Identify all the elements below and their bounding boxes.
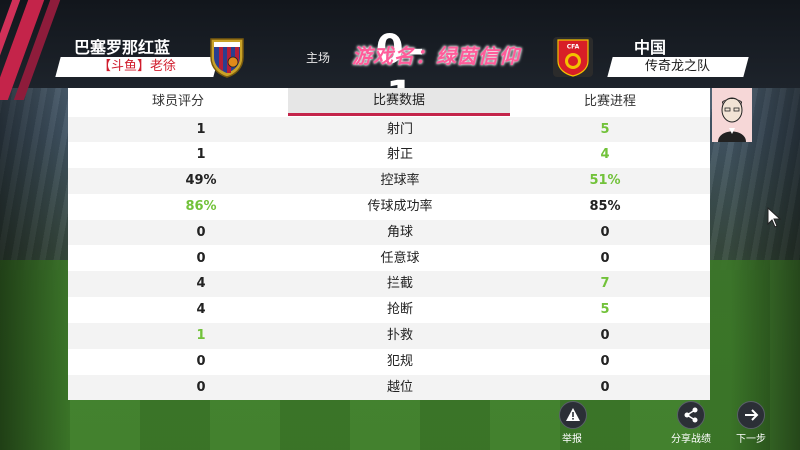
stats-panel: 球员评分 比赛数据 比赛进程 1 射门 5 1 射正 4 49% 控球率 51% 86% 传球成功率… bbox=[68, 88, 710, 401]
stat-row: 0 犯规 0 bbox=[68, 348, 710, 375]
svg-text:CFA: CFA bbox=[567, 44, 580, 51]
share-icon bbox=[684, 407, 698, 423]
away-stat-value: 0 bbox=[600, 379, 610, 395]
away-stat-value: 0 bbox=[600, 224, 610, 240]
mouse-cursor-icon bbox=[767, 206, 782, 228]
stat-label: 任意球 bbox=[380, 250, 420, 266]
report-label[interactable]: 举报 bbox=[552, 430, 592, 445]
home-stat-value: 0 bbox=[196, 250, 206, 266]
away-team-name: 中国 bbox=[634, 38, 667, 57]
away-stat-value: 4 bbox=[600, 147, 610, 163]
stat-row: 4 抢断 5 bbox=[68, 297, 710, 323]
stat-label: 抢断 bbox=[386, 302, 413, 318]
stat-row: 1 射门 5 bbox=[68, 116, 710, 143]
stat-row: 86% 传球成功率 85% bbox=[68, 193, 710, 220]
stat-label: 扑救 bbox=[386, 327, 413, 343]
home-label: 主场 bbox=[306, 51, 331, 65]
home-stat-value: 1 bbox=[196, 327, 206, 343]
tab-player-ratings[interactable]: 球员评分 bbox=[68, 88, 288, 116]
home-stat-value: 4 bbox=[196, 276, 206, 292]
stat-label: 越位 bbox=[386, 379, 413, 395]
stat-row: 4 拦截 7 bbox=[68, 271, 710, 298]
china-cfa-badge-icon: CFA bbox=[553, 37, 593, 77]
stats-tabs: 球员评分 比赛数据 比赛进程 bbox=[68, 88, 710, 116]
share-button[interactable] bbox=[677, 401, 705, 429]
tab-match-progress[interactable]: 比赛进程 bbox=[510, 88, 710, 116]
barcelona-badge-icon bbox=[210, 38, 244, 78]
stream-watermark: 游戏名：绿茵信仰 bbox=[352, 44, 520, 68]
report-button[interactable] bbox=[559, 401, 587, 429]
home-stat-value: 49% bbox=[185, 173, 217, 189]
stat-label: 射门 bbox=[386, 121, 413, 137]
arrow-right-icon bbox=[745, 409, 759, 421]
away-team-tag: 传奇龙之队 bbox=[607, 57, 749, 77]
next-label[interactable]: 下一步 bbox=[728, 430, 774, 445]
away-stat-value: 0 bbox=[600, 250, 610, 266]
home-stat-value: 0 bbox=[196, 379, 206, 395]
stat-row: 0 角球 0 bbox=[68, 219, 710, 246]
home-stat-value: 0 bbox=[196, 224, 206, 240]
next-button[interactable] bbox=[737, 401, 765, 429]
away-tag-text: 传奇龙之队 bbox=[645, 59, 711, 74]
away-stat-value: 5 bbox=[600, 302, 610, 318]
home-stat-value: 1 bbox=[196, 147, 206, 163]
home-team-tag: 【斗鱼】老徐 bbox=[55, 57, 219, 77]
stat-row: 0 任意球 0 bbox=[68, 245, 710, 272]
away-stat-value: 85% bbox=[589, 198, 621, 214]
warning-icon bbox=[566, 408, 580, 421]
tab-match-stats[interactable]: 比赛数据 bbox=[288, 88, 510, 116]
stat-row: 0 越位 0 bbox=[68, 374, 710, 401]
home-tag-text: 【斗鱼】老徐 bbox=[97, 59, 176, 74]
home-stat-value: 0 bbox=[196, 353, 206, 369]
stat-row: 1 射正 4 bbox=[68, 142, 710, 169]
stat-label: 控球率 bbox=[380, 173, 420, 189]
home-team-name: 巴塞罗那红蓝 bbox=[74, 38, 171, 57]
away-stat-value: 7 bbox=[600, 276, 610, 292]
away-stat-value: 5 bbox=[600, 121, 610, 137]
stat-row: 1 扑救 0 bbox=[68, 322, 710, 349]
home-stat-value: 1 bbox=[196, 121, 206, 137]
stat-label: 传球成功率 bbox=[367, 198, 433, 214]
player-avatar[interactable] bbox=[712, 88, 752, 142]
match-header: 巴塞罗那红蓝 【斗鱼】老徐 主场 0-1 游戏名：绿茵信仰 CFA 中国 传奇龙… bbox=[0, 0, 800, 119]
home-stat-value: 86% bbox=[185, 198, 217, 214]
home-stat-value: 4 bbox=[196, 302, 206, 318]
share-label[interactable]: 分享战绩 bbox=[664, 430, 718, 445]
away-stat-value: 0 bbox=[600, 353, 610, 369]
away-stat-value: 0 bbox=[600, 327, 610, 343]
stat-label: 角球 bbox=[386, 224, 413, 240]
away-stat-value: 51% bbox=[589, 173, 621, 189]
stat-label: 射正 bbox=[386, 147, 413, 163]
stat-row: 49% 控球率 51% bbox=[68, 168, 710, 194]
stat-label: 拦截 bbox=[386, 276, 413, 292]
stat-label: 犯规 bbox=[386, 353, 413, 369]
